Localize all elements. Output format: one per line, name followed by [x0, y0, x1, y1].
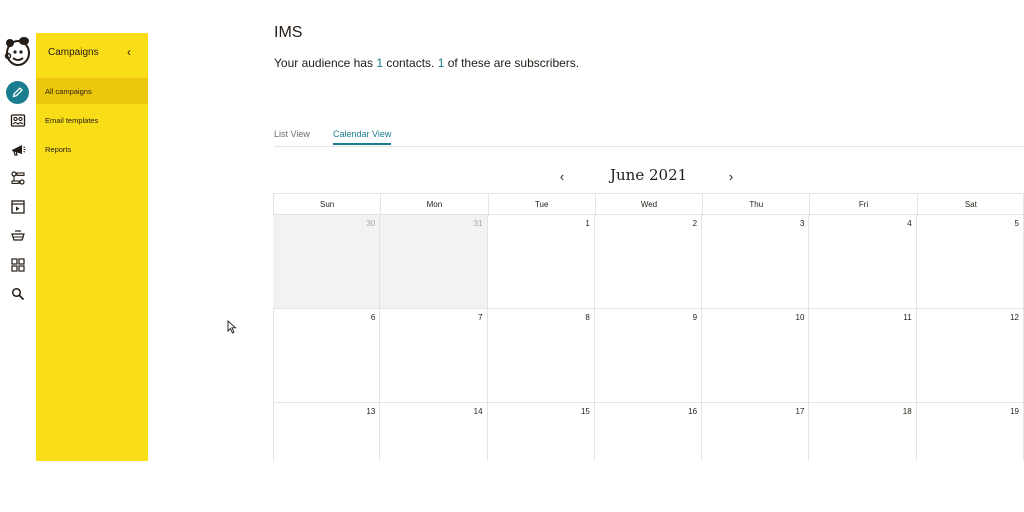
calendar-day-cell[interactable]: 15 [488, 403, 595, 461]
day-number: 11 [903, 313, 912, 322]
tab-list-view[interactable]: List View [274, 129, 310, 143]
contacts-count-link[interactable]: 1 [376, 56, 383, 70]
day-number: 7 [478, 313, 483, 322]
content-icon[interactable] [7, 225, 29, 247]
calendar-day-cell[interactable]: 19 [917, 403, 1024, 461]
day-number: 17 [795, 407, 805, 416]
day-number: 2 [692, 219, 698, 228]
campaigns-sidebar: Campaigns ‹ All campaigns Email template… [36, 33, 148, 461]
view-tabs: List View Calendar View [274, 126, 1024, 147]
automations-icon[interactable] [7, 167, 29, 189]
audience-suffix: of these are subscribers. [444, 56, 580, 70]
calendar-day-cell[interactable]: 3 [702, 215, 810, 309]
mailchimp-logo-icon[interactable] [4, 37, 32, 67]
chevron-left-icon[interactable]: ‹ [122, 44, 136, 60]
weekday-sun: Sun [274, 194, 382, 216]
sidebar-item-label: Reports [45, 144, 72, 154]
page-title: IMS [274, 24, 303, 41]
audience-icon[interactable] [7, 109, 29, 131]
calendar-day-cell[interactable]: 17 [702, 403, 810, 461]
sidebar-title: Campaigns [48, 47, 99, 58]
audience-prefix: Your audience has [274, 56, 377, 70]
weekday-mon: Mon [381, 194, 489, 216]
calendar-day-cell[interactable]: 6 [273, 309, 381, 403]
day-number: 8 [585, 313, 590, 322]
weekday-header: Sun Mon Tue Wed Thu Fri Sat [273, 193, 1024, 216]
weekday-sat: Sat [918, 194, 1024, 216]
calendar-day-cell[interactable]: 8 [487, 309, 595, 403]
month-navigation: ‹ June 2021 › [274, 166, 1024, 188]
sidebar-item-all-campaigns[interactable]: All campaigns [36, 78, 148, 104]
sidebar-item-label: Email templates [45, 115, 99, 125]
day-number: 19 [1010, 407, 1019, 416]
day-number: 14 [473, 407, 483, 416]
day-number: 1 [585, 219, 590, 228]
day-number: 9 [692, 313, 698, 322]
create-icon[interactable] [6, 81, 29, 104]
calendar-day-cell[interactable]: 2 [594, 215, 703, 309]
campaigns-icon[interactable] [7, 138, 29, 160]
calendar-day-cell[interactable]: 30 [273, 215, 381, 309]
calendar-day-cell[interactable]: 7 [380, 309, 488, 403]
chevron-left-icon: ‹ [559, 168, 565, 184]
day-number: 31 [473, 219, 483, 228]
calendar-day-cell[interactable]: 11 [809, 309, 917, 403]
calendar-day-cell[interactable]: 1 [487, 215, 595, 309]
main-content: IMS Your audience has 1 contacts. 1 of t… [150, 0, 1024, 512]
weekday-thu: Thu [703, 194, 811, 216]
day-number: 3 [799, 219, 805, 228]
day-number: 6 [370, 313, 376, 322]
calendar-day-cell[interactable]: 18 [809, 403, 917, 461]
sidebar-item-label: All campaigns [45, 86, 92, 96]
calendar-day-cell[interactable]: 4 [809, 215, 917, 309]
tab-calendar-view[interactable]: Calendar View [333, 129, 392, 145]
calendar-day-cell[interactable]: 31 [380, 215, 488, 309]
search-icon[interactable] [7, 283, 29, 305]
day-number: 30 [366, 219, 376, 228]
day-number: 10 [795, 313, 805, 322]
mouse-cursor-icon [227, 319, 237, 334]
weekday-fri: Fri [810, 194, 918, 216]
website-icon[interactable] [7, 196, 29, 218]
day-number: 15 [580, 407, 590, 416]
calendar-day-cell[interactable]: 5 [916, 215, 1024, 309]
calendar-day-cell[interactable]: 9 [594, 309, 703, 403]
sidebar-item-reports[interactable]: Reports [36, 136, 148, 162]
prev-month-button[interactable]: ‹ [553, 167, 571, 185]
audience-middle: contacts. [383, 56, 438, 70]
calendar-grid: Sun Mon Tue Wed Thu Fri Sat 30 31 1 2 3 4 5 6 7 8 9 10 11 1… [273, 193, 1024, 461]
chevron-right-icon: › [728, 168, 734, 184]
weekday-tue: Tue [489, 194, 596, 216]
calendar-day-cell[interactable]: 12 [916, 309, 1024, 403]
calendar-day-cell[interactable]: 13 [273, 403, 381, 461]
integrations-icon[interactable] [7, 254, 29, 276]
month-title: June 2021 [610, 166, 688, 184]
day-number: 16 [688, 407, 698, 416]
day-number: 4 [907, 219, 912, 228]
icon-rail [0, 33, 36, 463]
sidebar-item-email-templates[interactable]: Email templates [36, 107, 148, 133]
calendar-day-cell[interactable]: 10 [702, 309, 810, 403]
calendar-day-cell[interactable]: 14 [380, 403, 488, 461]
audience-summary: Your audience has 1 contacts. 1 of these… [274, 56, 579, 70]
weekday-wed: Wed [596, 194, 704, 216]
day-number: 12 [1010, 313, 1019, 322]
day-number: 13 [366, 407, 376, 416]
day-number: 5 [1014, 219, 1019, 228]
day-number: 18 [902, 407, 912, 416]
next-month-button[interactable]: › [722, 167, 740, 185]
calendar-day-cell[interactable]: 16 [595, 403, 703, 461]
